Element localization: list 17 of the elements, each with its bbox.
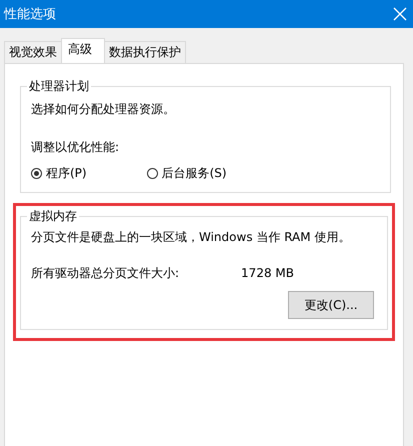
tab[interactable]: 数据执行保护 <box>104 41 186 63</box>
description-text: 分页文件是硬盘上的一块区域，Windows 当作 RAM 使用。 <box>31 229 352 245</box>
radio-button[interactable] <box>146 168 158 179</box>
group-title: 处理器计划 <box>27 78 91 95</box>
radio-option[interactable]: 后台服务(S) <box>146 165 227 182</box>
group-title: 虚拟内存 <box>27 208 79 225</box>
size-value: 1728 MB <box>241 265 294 281</box>
window-title: 性能选项 <box>4 6 56 23</box>
tab[interactable]: 高级 <box>61 38 105 63</box>
tab[interactable]: 视觉效果 <box>4 41 62 63</box>
radio-button[interactable] <box>31 168 42 179</box>
change-button[interactable]: 更改(C)... <box>288 291 374 319</box>
radio-option[interactable]: 程序(P) <box>31 165 87 182</box>
close-icon[interactable] <box>393 7 407 21</box>
option-label: 调整以优化性能: <box>31 139 120 155</box>
description-text: 选择如何分配处理器资源。 <box>31 101 176 117</box>
size-label: 所有驱动器总分页文件大小: <box>31 265 180 281</box>
